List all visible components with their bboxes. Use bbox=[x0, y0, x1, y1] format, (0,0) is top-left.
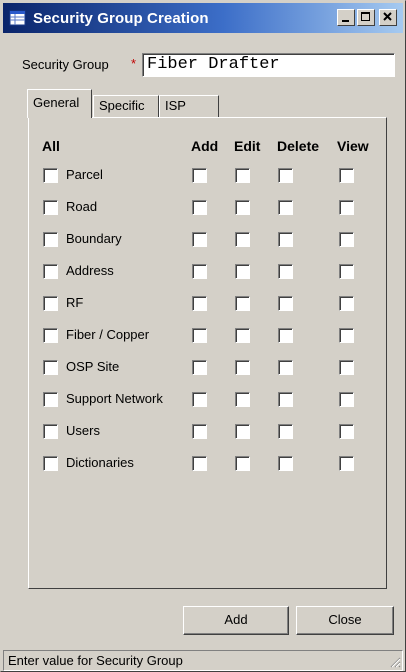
header-edit: Edit bbox=[234, 138, 261, 154]
tab-general[interactable]: General bbox=[27, 89, 92, 118]
rf-label: RF bbox=[66, 295, 84, 310]
maximize-icon bbox=[361, 12, 370, 21]
fiber-copper-edit-checkbox[interactable] bbox=[235, 328, 250, 343]
status-text: Enter value for Security Group bbox=[8, 653, 183, 668]
users-delete-checkbox[interactable] bbox=[278, 424, 293, 439]
fiber-copper-label: Fiber / Copper bbox=[66, 327, 150, 342]
support-network-edit-checkbox[interactable] bbox=[235, 392, 250, 407]
dictionaries-all-checkbox[interactable] bbox=[43, 456, 58, 471]
boundary-delete-checkbox[interactable] bbox=[278, 232, 293, 247]
address-add-checkbox[interactable] bbox=[192, 264, 207, 279]
tab-general-label: General bbox=[33, 95, 80, 110]
close-icon bbox=[383, 12, 392, 21]
fiber-copper-all-checkbox[interactable] bbox=[43, 328, 58, 343]
users-all-checkbox[interactable] bbox=[43, 424, 58, 439]
address-all-checkbox[interactable] bbox=[43, 264, 58, 279]
users-view-checkbox[interactable] bbox=[339, 424, 354, 439]
tab-specific-label: Specific bbox=[99, 98, 145, 113]
tab-isp[interactable]: ISP bbox=[159, 95, 219, 117]
security-group-input[interactable]: Fiber Drafter bbox=[142, 53, 395, 77]
minimize-icon bbox=[342, 20, 349, 22]
table-icon bbox=[9, 10, 26, 26]
support-network-view-checkbox[interactable] bbox=[339, 392, 354, 407]
resize-grip-icon[interactable] bbox=[389, 656, 401, 668]
dictionaries-view-checkbox[interactable] bbox=[339, 456, 354, 471]
general-tab-panel bbox=[28, 117, 387, 589]
address-edit-checkbox[interactable] bbox=[235, 264, 250, 279]
parcel-label: Parcel bbox=[66, 167, 103, 182]
address-view-checkbox[interactable] bbox=[339, 264, 354, 279]
parcel-edit-checkbox[interactable] bbox=[235, 168, 250, 183]
add-button-label: Add bbox=[224, 612, 248, 627]
road-label: Road bbox=[66, 199, 98, 214]
header-delete: Delete bbox=[277, 138, 320, 154]
support-network-add-checkbox[interactable] bbox=[192, 392, 207, 407]
header-all: All bbox=[42, 138, 60, 154]
status-bar: Enter value for Security Group bbox=[3, 650, 403, 671]
address-label: Address bbox=[66, 263, 114, 278]
osp-site-edit-checkbox[interactable] bbox=[235, 360, 250, 375]
road-delete-checkbox[interactable] bbox=[278, 200, 293, 215]
rf-delete-checkbox[interactable] bbox=[278, 296, 293, 311]
osp-site-delete-checkbox[interactable] bbox=[278, 360, 293, 375]
boundary-label: Boundary bbox=[66, 231, 122, 246]
dictionaries-add-checkbox[interactable] bbox=[192, 456, 207, 471]
fiber-copper-delete-checkbox[interactable] bbox=[278, 328, 293, 343]
users-edit-checkbox[interactable] bbox=[235, 424, 250, 439]
window-title: Security Group Creation bbox=[33, 9, 209, 27]
add-button[interactable]: Add bbox=[183, 606, 289, 635]
users-label: Users bbox=[66, 423, 100, 438]
rf-add-checkbox[interactable] bbox=[192, 296, 207, 311]
rf-all-checkbox[interactable] bbox=[43, 296, 58, 311]
boundary-edit-checkbox[interactable] bbox=[235, 232, 250, 247]
parcel-delete-checkbox[interactable] bbox=[278, 168, 293, 183]
parcel-view-checkbox[interactable] bbox=[339, 168, 354, 183]
close-button[interactable]: Close bbox=[296, 606, 394, 635]
road-add-checkbox[interactable] bbox=[192, 200, 207, 215]
road-edit-checkbox[interactable] bbox=[235, 200, 250, 215]
osp-site-view-checkbox[interactable] bbox=[339, 360, 354, 375]
rf-view-checkbox[interactable] bbox=[339, 296, 354, 311]
users-add-checkbox[interactable] bbox=[192, 424, 207, 439]
osp-site-all-checkbox[interactable] bbox=[43, 360, 58, 375]
osp-site-add-checkbox[interactable] bbox=[192, 360, 207, 375]
fiber-copper-view-checkbox[interactable] bbox=[339, 328, 354, 343]
road-all-checkbox[interactable] bbox=[43, 200, 58, 215]
boundary-view-checkbox[interactable] bbox=[339, 232, 354, 247]
dictionaries-delete-checkbox[interactable] bbox=[278, 456, 293, 471]
address-delete-checkbox[interactable] bbox=[278, 264, 293, 279]
security-group-label: Security Group bbox=[22, 57, 109, 72]
boundary-all-checkbox[interactable] bbox=[43, 232, 58, 247]
required-marker: * bbox=[131, 56, 137, 71]
boundary-add-checkbox[interactable] bbox=[192, 232, 207, 247]
parcel-add-checkbox[interactable] bbox=[192, 168, 207, 183]
tab-specific[interactable]: Specific bbox=[93, 95, 159, 117]
header-add: Add bbox=[191, 138, 219, 154]
osp-site-label: OSP Site bbox=[66, 359, 120, 374]
close-button-label: Close bbox=[328, 612, 362, 627]
fiber-copper-add-checkbox[interactable] bbox=[192, 328, 207, 343]
close-window-button[interactable] bbox=[379, 9, 397, 26]
rf-edit-checkbox[interactable] bbox=[235, 296, 250, 311]
support-network-delete-checkbox[interactable] bbox=[278, 392, 293, 407]
tab-isp-label: ISP bbox=[165, 98, 186, 113]
dictionaries-edit-checkbox[interactable] bbox=[235, 456, 250, 471]
parcel-all-checkbox[interactable] bbox=[43, 168, 58, 183]
header-view: View bbox=[337, 138, 369, 154]
security-group-window: Security Group Creation Security Group *… bbox=[0, 0, 406, 672]
maximize-button[interactable] bbox=[357, 9, 375, 26]
title-bar[interactable]: Security Group Creation bbox=[3, 3, 403, 33]
dictionaries-label: Dictionaries bbox=[66, 455, 134, 470]
support-network-label: Support Network bbox=[66, 391, 163, 406]
support-network-all-checkbox[interactable] bbox=[43, 392, 58, 407]
road-view-checkbox[interactable] bbox=[339, 200, 354, 215]
minimize-button[interactable] bbox=[337, 9, 355, 26]
